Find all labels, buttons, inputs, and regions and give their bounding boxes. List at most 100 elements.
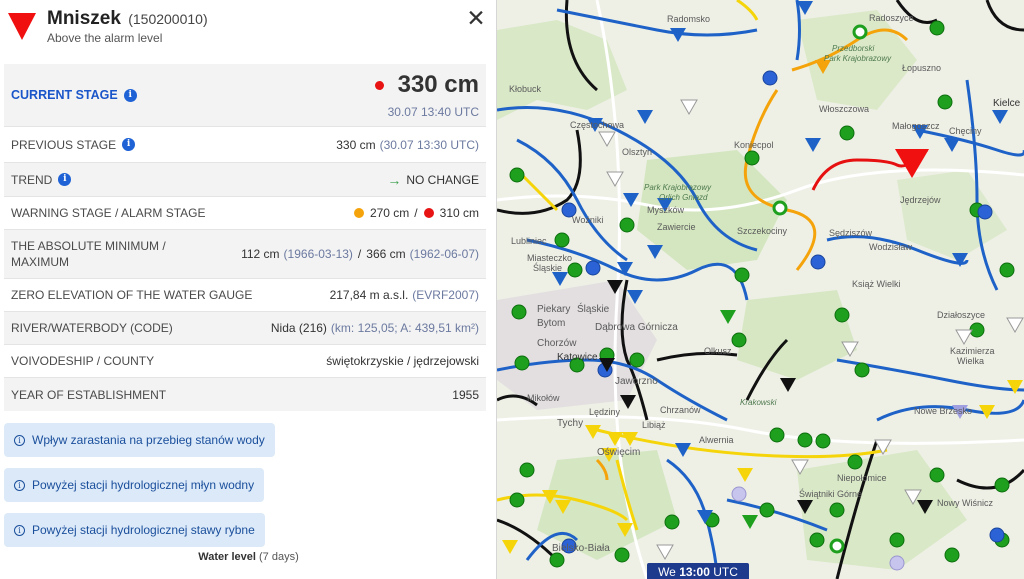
note-text: Powyżej stacji hydrologicznej młyn wodny <box>32 478 255 492</box>
map-label: Niepołomice <box>837 473 887 483</box>
map-label: Szczekociny <box>737 226 788 236</box>
year-row: YEAR OF ESTABLISHMENT 1955 <box>4 378 486 411</box>
map-label: Chęciny <box>949 126 982 136</box>
station-info-table: CURRENT STAGE i 330 cm 30.07 13:40 UTC P… <box>4 64 486 411</box>
year-label: YEAR OF ESTABLISHMENT <box>11 387 167 402</box>
map-label: Jaworzno <box>615 376 658 387</box>
warning-alarm-label: WARNING STAGE / ALARM STAGE <box>11 206 206 220</box>
close-icon[interactable]: ✕ <box>466 7 486 30</box>
map-label: Sędziszów <box>829 228 873 238</box>
station-status: Above the alarm level <box>47 31 163 45</box>
river-value: Nida (216) <box>270 321 327 335</box>
river-row: RIVER/WATERBODY (CODE) Nida (216) (km: 1… <box>4 312 486 345</box>
alarm-triangle-icon <box>8 13 36 40</box>
map-label: Orlich Gniazd <box>659 193 708 202</box>
map-label: Oświęcim <box>597 447 641 458</box>
map-label: Chrzanów <box>660 405 701 415</box>
map-label: Tychy <box>557 418 584 429</box>
station-header: Mniszek (150200010) Above the alarm leve… <box>0 0 496 62</box>
map-label: Świątniki Górne <box>799 489 863 499</box>
map-label: Nowe Brzesko <box>914 406 973 416</box>
current-stage-value: 330 cm <box>397 71 479 98</box>
zero-elevation-label: ZERO ELEVATION OF THE WATER GAUGE <box>11 288 253 302</box>
absolute-separator: / <box>357 247 362 261</box>
map-canvas[interactable] <box>497 0 1024 579</box>
absolute-min-value: 112 cm <box>241 247 280 261</box>
info-icon[interactable]: i <box>122 138 136 151</box>
trend-value: NO CHANGE <box>406 172 479 187</box>
map-label: Śląskie <box>533 263 563 273</box>
map-label: Radoszyce <box>869 13 914 23</box>
map-label: Libiąż <box>642 420 666 430</box>
absolute-min-max-row: THE ABSOLUTE MINIMUM / MAXIMUM 112 cm (1… <box>4 230 486 279</box>
absolute-max-date: (1962-06-07) <box>409 247 479 261</box>
map-label: Mikołów <box>527 393 560 403</box>
info-outline-icon: i <box>14 524 25 536</box>
map-label: Włoszczowa <box>819 104 870 114</box>
map-label: Miasteczko <box>527 253 573 263</box>
info-icon[interactable]: i <box>123 88 137 102</box>
note-badge[interactable]: i Wpływ zarastania na przebieg stanów wo… <box>4 423 275 457</box>
app-root: Mniszek (150200010) Above the alarm leve… <box>0 0 1024 579</box>
map-label: Bytom <box>537 318 566 329</box>
map-label: Radomsko <box>667 14 711 24</box>
river-label: RIVER/WATERBODY (CODE) <box>11 321 173 335</box>
note-text: Powyżej stacji hydrologicznej stawy rybn… <box>32 523 255 537</box>
map-label: Śląskie <box>577 304 610 315</box>
time-badge[interactable]: We 13:00 UTC <box>647 563 749 579</box>
current-stage-row: CURRENT STAGE i 330 cm 30.07 13:40 UTC <box>4 64 486 127</box>
map-label: Bielsko-Biała <box>552 543 610 554</box>
time-badge-tz: UTC <box>713 565 738 579</box>
map-label: Dąbrowa Górnicza <box>595 322 678 333</box>
zero-elevation-row: ZERO ELEVATION OF THE WATER GAUGE 217,84… <box>4 279 486 312</box>
alarm-dot-icon <box>374 80 384 90</box>
zero-elevation-datum: (EVRF2007) <box>412 288 479 302</box>
station-name: Mniszek <box>47 8 121 29</box>
current-stage-value-block: 330 cm 30.07 13:40 UTC <box>369 71 479 119</box>
zero-elevation-value: 217,84 m a.s.l. <box>329 288 409 302</box>
map-label: Piekary <box>537 304 571 315</box>
time-badge-day: We <box>658 565 676 579</box>
trend-arrow-icon: → <box>387 171 402 188</box>
map-label: Małogoszcz <box>892 121 940 131</box>
map-view[interactable]: Radomsko Radoszyce Przedborski Park Kraj… <box>497 0 1024 579</box>
water-level-heading: Water level (7 days) <box>0 551 496 563</box>
map-label: Myszków <box>647 205 685 215</box>
voivodeship-row: VOIVODESHIP / COUNTY świętokrzyskie / ję… <box>4 345 486 378</box>
previous-stage-row: PREVIOUS STAGE i 330 cm (30.07 13:30 UTC… <box>4 127 486 163</box>
map-label: Kazimierza <box>950 346 995 356</box>
previous-stage-time: (30.07 13:30 UTC) <box>379 137 479 152</box>
previous-stage-label: PREVIOUS STAGE <box>11 137 117 152</box>
warning-stage-value: 270 cm <box>369 206 410 220</box>
map-label: Woźniki <box>572 215 604 225</box>
map-label: Jędrzejów <box>900 195 941 205</box>
map-label: Częstochowa <box>570 120 625 130</box>
alarm-stage-value: 310 cm <box>439 206 479 220</box>
map-label: Koniecpol <box>734 140 774 150</box>
note-badge[interactable]: i Powyżej stacji hydrologicznej stawy ry… <box>4 513 265 547</box>
warning-alarm-separator: / <box>414 206 418 220</box>
year-value: 1955 <box>452 387 479 402</box>
current-stage-time: 30.07 13:40 UTC <box>387 105 479 119</box>
station-notes: i Wpływ zarastania na przebieg stanów wo… <box>4 423 304 558</box>
current-stage-label: CURRENT STAGE <box>11 88 118 102</box>
note-text: Wpływ zarastania na przebieg stanów wody <box>32 433 265 447</box>
map-label: Olsztyn <box>622 147 653 157</box>
map-label: Chorzów <box>537 338 577 349</box>
voivodeship-label: VOIVODESHIP / COUNTY <box>11 354 155 368</box>
absolute-min-date: (1966-03-13) <box>283 247 353 261</box>
time-badge-time: 13:00 <box>679 565 710 579</box>
station-code: (150200010) <box>128 11 208 27</box>
map-label: Park Krajobrazowy <box>824 54 892 63</box>
river-details: (km: 125,05; A: 439,51 km²) <box>330 321 479 335</box>
note-badge[interactable]: i Powyżej stacji hydrologicznej młyn wod… <box>4 468 265 502</box>
map-label: Przedborski <box>832 44 875 53</box>
info-outline-icon: i <box>14 479 25 491</box>
map-label: Kielce <box>993 98 1021 109</box>
map-label: Olkusz <box>704 346 732 356</box>
map-label: Książ Wielki <box>852 279 901 289</box>
map-label: Działoszyce <box>937 310 986 320</box>
info-icon[interactable]: i <box>58 173 72 186</box>
map-label: Wodzisław <box>869 242 912 252</box>
water-level-range: (7 days) <box>259 551 299 563</box>
